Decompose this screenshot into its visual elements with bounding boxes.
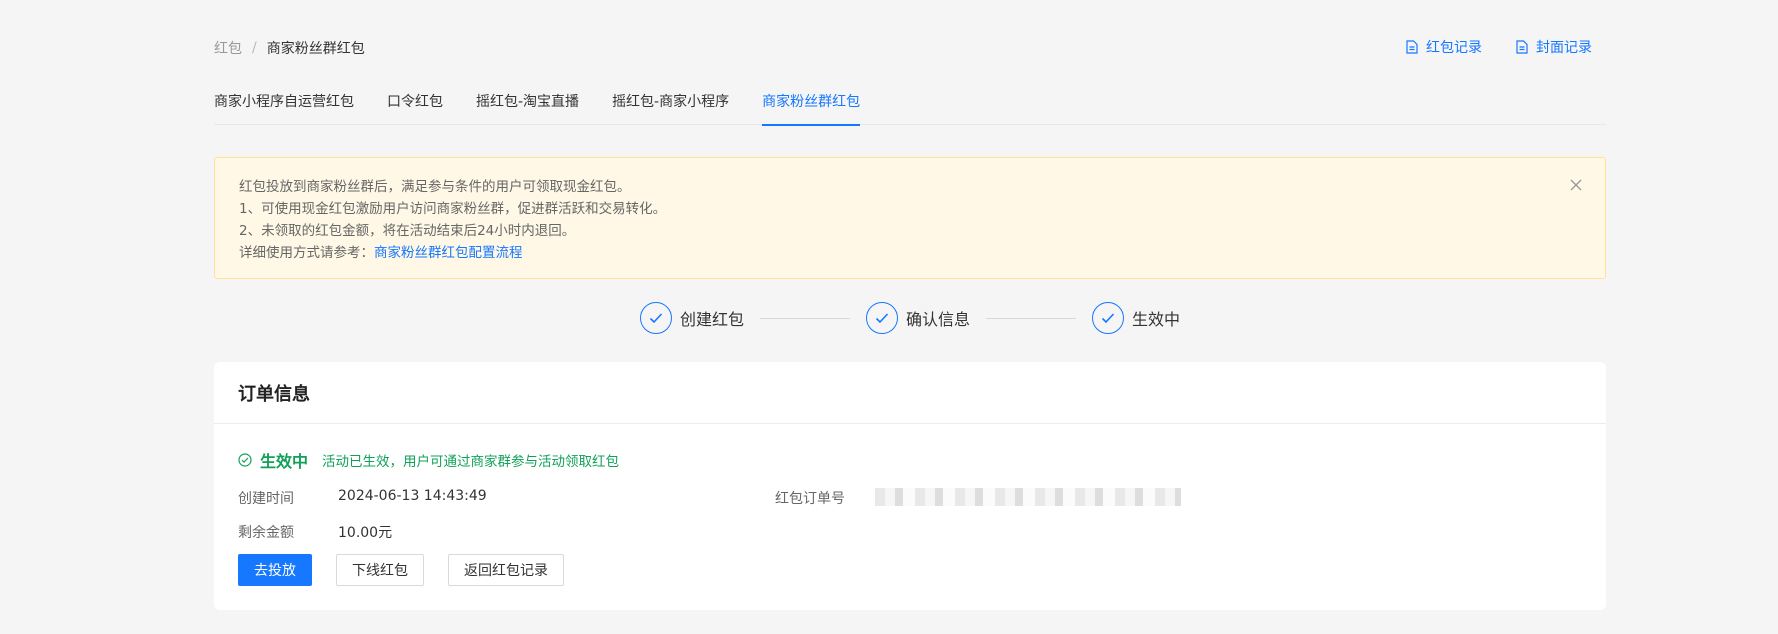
tab-shake-taobao-live[interactable]: 摇红包-淘宝直播 — [476, 92, 579, 125]
alert-line-4: 详细使用方式请参考：商家粉丝群红包配置流程 — [239, 242, 1581, 264]
check-icon — [639, 302, 672, 334]
created-time-label: 创建时间 — [238, 491, 294, 507]
step-label: 创建红包 — [679, 310, 744, 329]
check-icon — [865, 302, 898, 334]
created-time-field: 创建时间 2024-06-13 14:43:49 — [238, 488, 487, 508]
info-alert: 红包投放到商家粉丝群后，满足参与条件的用户可领取现金红包。 1、可使用现金红包激… — [214, 157, 1606, 279]
tab-bar: 商家小程序自运营红包 口令红包 摇红包-淘宝直播 摇红包-商家小程序 商家粉丝群… — [214, 92, 1606, 126]
order-info-card: 订单信息 生效中 活动已生效，用户可通过商家群参与活动领取红包 创建时间 202… — [214, 362, 1606, 610]
offline-redpacket-button[interactable]: 下线红包 — [336, 554, 424, 586]
document-icon — [1516, 40, 1528, 54]
redacted-order-number — [875, 488, 1181, 506]
created-time-value: 2024-06-13 14:43:49 — [338, 488, 487, 504]
deploy-button[interactable]: 去投放 — [238, 554, 312, 586]
back-to-records-button[interactable]: 返回红包记录 — [448, 554, 564, 586]
step-connector — [986, 317, 1076, 319]
order-number-field: 红包订单号 — [775, 488, 1181, 508]
step-create: 创建红包 — [639, 302, 744, 334]
step-connector — [759, 317, 850, 319]
breadcrumb-current: 商家粉丝群红包 — [266, 41, 365, 57]
tab-mini-program-self-run[interactable]: 商家小程序自运营红包 — [214, 92, 354, 125]
close-icon[interactable] — [1569, 178, 1583, 192]
status-badge: 生效中 — [260, 452, 309, 471]
alert-reference-prefix: 详细使用方式请参考： — [239, 245, 374, 261]
action-buttons: 去投放 下线红包 返回红包记录 — [238, 554, 564, 586]
breadcrumb-separator: / — [252, 40, 257, 56]
progress-steps: 创建红包 确认信息 生效中 — [214, 302, 1606, 334]
remaining-amount-field: 剩余金额 10.00元 — [238, 522, 392, 542]
alert-line-3: 2、未领取的红包金额，将在活动结束后24小时内退回。 — [239, 223, 576, 239]
card-title: 订单信息 — [214, 362, 1606, 424]
tab-password-redpacket[interactable]: 口令红包 — [387, 92, 443, 125]
cover-records-label: 封面记录 — [1536, 40, 1592, 56]
top-actions: 红包记录 封面记录 — [1406, 37, 1592, 57]
alert-line-1: 红包投放到商家粉丝群后，满足参与条件的用户可领取现金红包。 — [239, 179, 631, 195]
step-active: 生效中 — [1092, 302, 1180, 334]
tab-shake-mini-program[interactable]: 摇红包-商家小程序 — [612, 92, 729, 125]
step-label: 生效中 — [1132, 310, 1181, 329]
step-label: 确认信息 — [905, 310, 970, 329]
status-row: 生效中 活动已生效，用户可通过商家群参与活动领取红包 — [238, 448, 619, 472]
step-confirm: 确认信息 — [865, 302, 970, 334]
check-icon — [1092, 302, 1124, 334]
redpacket-records-label: 红包记录 — [1426, 40, 1482, 56]
remaining-amount-label: 剩余金额 — [238, 525, 294, 541]
remaining-amount-value: 10.00元 — [338, 525, 393, 541]
tab-fan-group-redpacket[interactable]: 商家粉丝群红包 — [762, 92, 861, 126]
alert-line-2: 1、可使用现金红包激励用户访问商家粉丝群，促进群活跃和交易转化。 — [239, 201, 667, 217]
status-description: 活动已生效，用户可通过商家群参与活动领取红包 — [322, 454, 620, 470]
document-icon — [1406, 40, 1418, 54]
redpacket-records-link[interactable]: 红包记录 — [1406, 37, 1482, 57]
breadcrumb-parent-link[interactable]: 红包 — [214, 38, 242, 58]
cover-records-link[interactable]: 封面记录 — [1516, 37, 1592, 57]
order-number-label: 红包订单号 — [775, 491, 845, 507]
breadcrumb: 红包 / 商家粉丝群红包 — [214, 38, 365, 58]
check-circle-icon — [238, 453, 252, 467]
config-guide-link[interactable]: 商家粉丝群红包配置流程 — [374, 245, 523, 261]
